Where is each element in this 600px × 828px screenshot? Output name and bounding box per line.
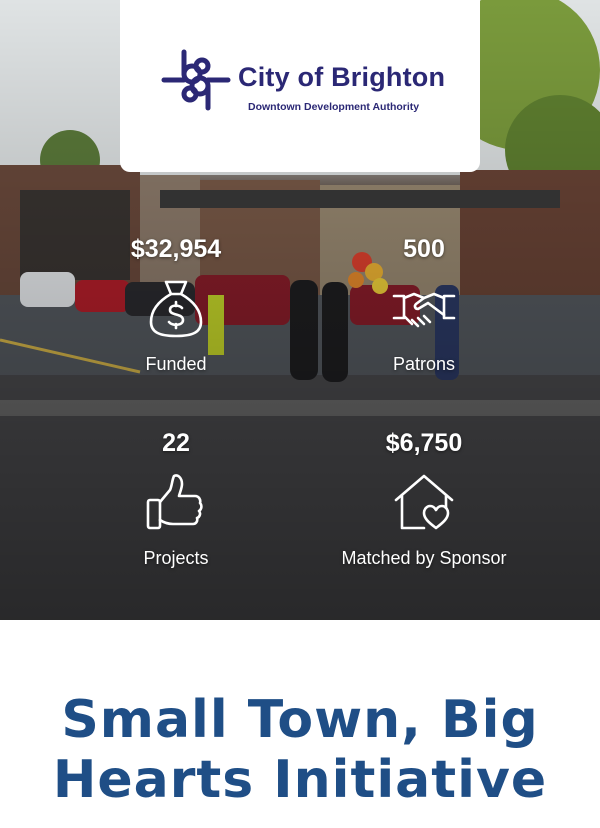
handshake-icon [392, 292, 456, 328]
stat-label: Funded [145, 354, 207, 374]
stat-label: Matched by Sponsor [341, 548, 507, 568]
stat-projects: 22 Projects [66, 426, 286, 569]
stat-funded: $32,954 Funded [66, 232, 286, 375]
logo-card[interactable]: City of Brighton Downtown Development Au… [120, 0, 480, 172]
stat-label: Patrons [392, 354, 456, 374]
stat-value: $6,750 [385, 429, 463, 457]
money-bag-icon [149, 280, 203, 338]
logo-subtitle: Downtown Development Authority [248, 101, 420, 113]
headline-line-1: Small Town, Big [61, 690, 539, 750]
stat-label: Projects [143, 548, 209, 568]
headline-line-2: Hearts Initiative [52, 750, 548, 810]
stat-value: 22 [162, 429, 190, 457]
stat-value: 500 [403, 235, 445, 263]
stat-matched: $6,750 Matched by Sponsor [314, 426, 534, 569]
city-logo-icon [161, 49, 231, 111]
stat-value: $32,954 [130, 235, 222, 263]
initiative-headline: Small Town, Big Hearts Initiative [0, 690, 600, 810]
thumbs-up-icon [146, 474, 203, 530]
house-heart-icon [394, 474, 454, 530]
logo-title: City of Brighton [238, 62, 446, 92]
stat-patrons: 500 Patrons [314, 232, 534, 375]
hero-banner: City of Brighton Downtown Development Au… [0, 0, 600, 620]
